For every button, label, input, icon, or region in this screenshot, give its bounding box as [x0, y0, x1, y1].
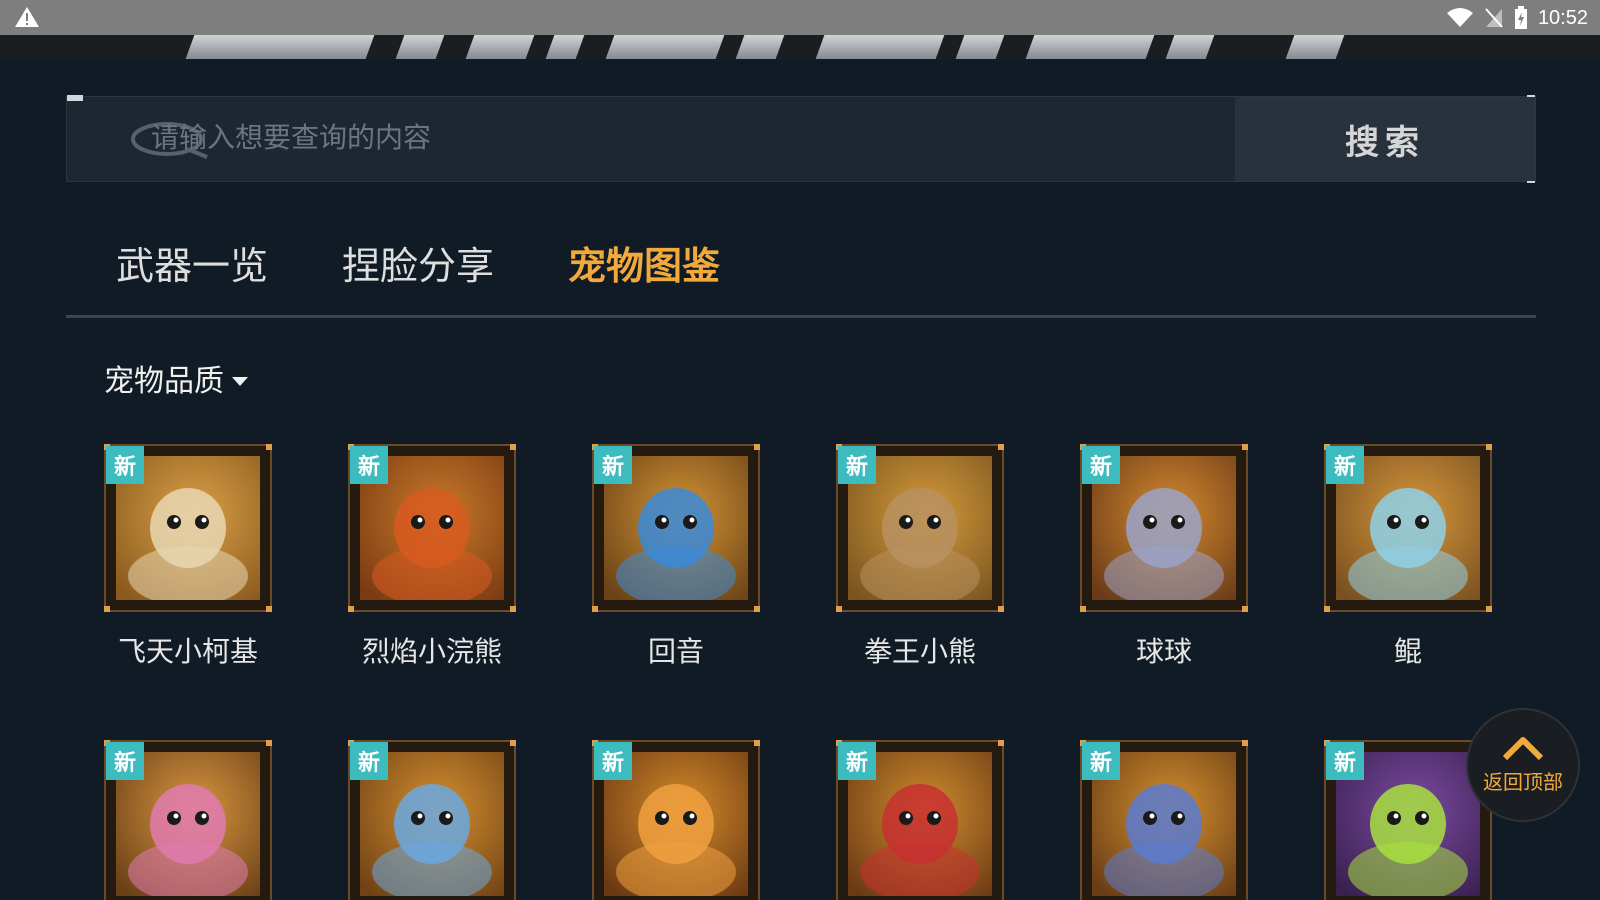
back-to-top-label: 返回顶部 [1483, 769, 1563, 794]
pet-name: 飞天小柯基 [117, 635, 258, 668]
frame-corner [1242, 606, 1248, 612]
pet-card[interactable]: 新鲲 [1324, 444, 1492, 670]
pet-card[interactable]: 新 [348, 740, 516, 900]
frame-corner [754, 606, 760, 612]
pet-card[interactable]: 新飞天小柯基 [104, 444, 272, 670]
status-bar: 10:52 [0, 0, 1600, 35]
pet-card[interactable]: 新 [592, 740, 760, 900]
frame-corner [836, 606, 842, 612]
pet-frame: 新 [104, 444, 272, 612]
frame-corner [510, 606, 516, 612]
frame-corner [1080, 606, 1086, 612]
pet-frame: 新 [592, 740, 760, 900]
tab-pet-guide[interactable]: 宠物图鉴 [568, 236, 720, 296]
new-badge: 新 [106, 446, 144, 484]
pet-card[interactable]: 新 [1080, 740, 1248, 900]
new-badge: 新 [594, 446, 632, 484]
pet-frame: 新 [1324, 444, 1492, 612]
pet-frame: 新 [1080, 444, 1248, 612]
clock: 10:52 [1537, 6, 1588, 29]
pet-name: 球球 [1135, 635, 1192, 668]
corner-mark [67, 95, 83, 101]
new-badge: 新 [350, 446, 388, 484]
frame-corner [266, 444, 272, 450]
new-badge: 新 [350, 742, 388, 780]
category-tabs: 武器一览 捏脸分享 宠物图鉴 [66, 236, 1536, 318]
frame-corner [1324, 606, 1330, 612]
pet-card[interactable]: 新回音 [592, 444, 760, 670]
frame-corner [1486, 444, 1492, 450]
arrow-up-icon [1502, 736, 1544, 760]
back-to-top-button[interactable]: 返回顶部 [1466, 708, 1580, 822]
warning-icon [15, 7, 39, 27]
pet-frame: 新 [1080, 740, 1248, 900]
new-badge: 新 [838, 446, 876, 484]
frame-corner [998, 606, 1004, 612]
new-badge: 新 [106, 742, 144, 780]
frame-corner [1486, 606, 1492, 612]
search-button[interactable]: 搜索 [1235, 97, 1535, 181]
pet-name: 烈焰小浣熊 [361, 635, 502, 668]
caret-down-icon [232, 376, 248, 386]
wifi-icon [1446, 8, 1473, 27]
frame-corner [104, 606, 110, 612]
pet-card[interactable]: 新球球 [1080, 444, 1248, 670]
tab-weapons[interactable]: 武器一览 [116, 236, 268, 296]
status-icons: 10:52 [1446, 4, 1588, 32]
new-badge: 新 [1082, 446, 1120, 484]
pet-card[interactable]: 新烈焰小浣熊 [348, 444, 516, 670]
frame-corner [510, 444, 516, 450]
new-badge: 新 [1326, 742, 1364, 780]
pet-quality-label: 宠物品质 [104, 364, 224, 399]
frame-corner [266, 606, 272, 612]
frame-corner [592, 606, 598, 612]
header-banner [0, 35, 1600, 59]
pet-frame: 新 [348, 740, 516, 900]
pet-name: 鲲 [1393, 635, 1422, 668]
new-badge: 新 [1082, 742, 1120, 780]
pet-frame: 新 [104, 740, 272, 900]
frame-corner [266, 740, 272, 746]
search-bar: 搜索 [66, 95, 1536, 183]
frame-corner [510, 740, 516, 746]
pet-frame: 新 [592, 444, 760, 612]
pet-name: 拳王小熊 [863, 635, 976, 668]
frame-corner [998, 740, 1004, 746]
new-badge: 新 [1326, 446, 1364, 484]
frame-corner [348, 606, 354, 612]
tab-face-share[interactable]: 捏脸分享 [342, 236, 494, 296]
frame-corner [1242, 444, 1248, 450]
battery-icon [1514, 6, 1527, 29]
frame-corner [754, 740, 760, 746]
pet-frame: 新 [836, 444, 1004, 612]
new-badge: 新 [594, 742, 632, 780]
pet-frame: 新 [836, 740, 1004, 900]
frame-corner [998, 444, 1004, 450]
pet-frame: 新 [348, 444, 516, 612]
pet-name: 回音 [647, 635, 704, 668]
frame-corner [754, 444, 760, 450]
search-input[interactable] [151, 107, 1251, 167]
pet-card[interactable]: 新 [104, 740, 272, 900]
frame-corner [1242, 740, 1248, 746]
pet-card[interactable]: 新拳王小熊 [836, 444, 1004, 670]
pet-quality-dropdown[interactable]: 宠物品质 [104, 356, 248, 400]
signal-off-icon [1485, 8, 1503, 28]
new-badge: 新 [838, 742, 876, 780]
pet-card[interactable]: 新 [836, 740, 1004, 900]
